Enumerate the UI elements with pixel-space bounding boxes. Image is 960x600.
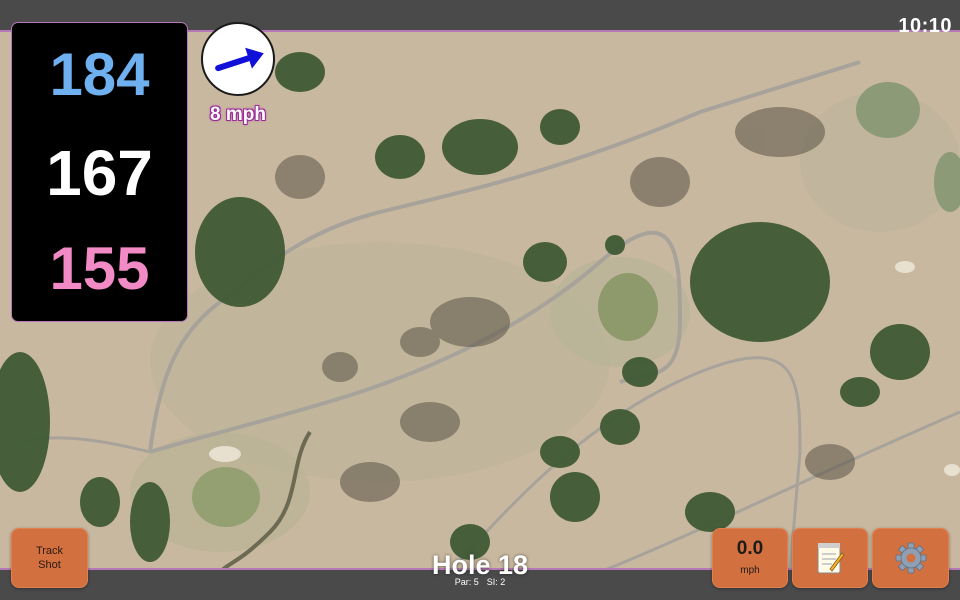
track-shot-button[interactable]: Track Shot	[11, 528, 88, 588]
speed-value: 0.0	[736, 538, 764, 559]
speed-unit: mph	[740, 565, 760, 576]
wind-speed: 8 mph	[210, 104, 266, 125]
hole-info: Par: 5 SI: 2	[380, 577, 580, 588]
hole-title: Hole 18	[431, 550, 529, 580]
speed-button[interactable]: 0.0 mph	[712, 528, 788, 588]
distance-panel: 184 167 155	[11, 22, 188, 322]
notes-button[interactable]	[792, 528, 868, 588]
gear-icon	[895, 542, 926, 574]
wind-indicator	[201, 22, 275, 96]
settings-button[interactable]	[872, 528, 949, 588]
back-distance: 184	[49, 41, 150, 108]
front-distance: 155	[49, 235, 150, 302]
hole-par: Par: 5	[454, 577, 479, 587]
hole-si: SI: 2	[486, 577, 506, 587]
middle-distance: 167	[46, 137, 153, 209]
notepad-icon	[817, 543, 845, 574]
clock: 10:10	[898, 15, 952, 37]
track-shot-label-1: Track	[35, 545, 64, 557]
arrow-icon	[215, 47, 264, 72]
track-shot-label-2: Shot	[38, 559, 61, 571]
